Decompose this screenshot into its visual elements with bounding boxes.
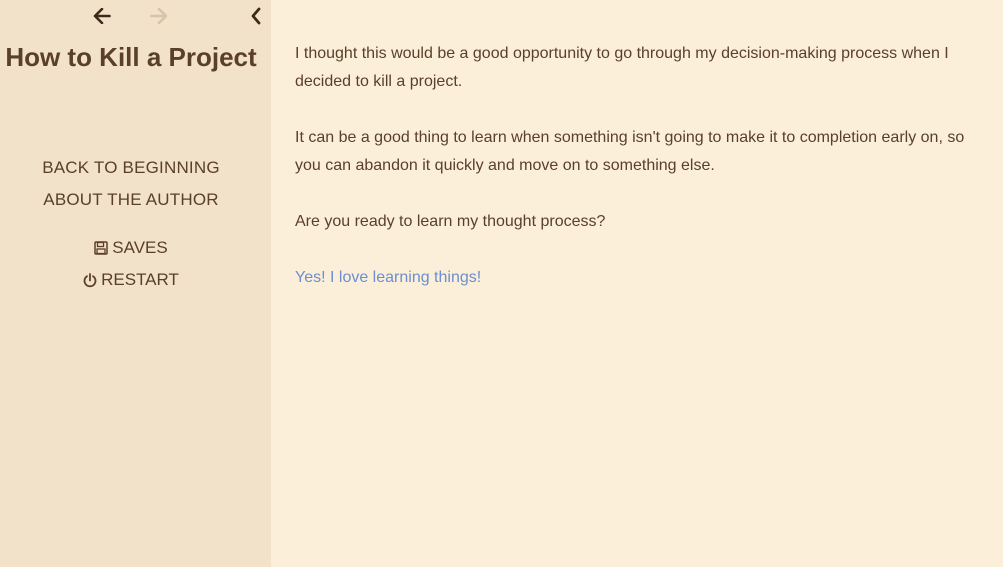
passage-paragraph: Are you ready to learn my thought proces… bbox=[295, 213, 606, 230]
choice-link-yes[interactable]: Yes! I love learning things! bbox=[295, 269, 481, 286]
arrow-right-icon bbox=[150, 8, 168, 24]
arrow-left-icon bbox=[93, 8, 111, 24]
passage-link-container: Yes! I love learning things! bbox=[295, 264, 975, 292]
restart-button[interactable]: RESTART bbox=[0, 264, 262, 296]
history-forward-button[interactable] bbox=[147, 4, 171, 28]
chevron-left-icon bbox=[251, 7, 261, 25]
sidebar-toggle-button[interactable] bbox=[244, 4, 268, 28]
restart-label: RESTART bbox=[101, 270, 179, 289]
passage-paragraph: I thought this would be a good opportuni… bbox=[295, 45, 949, 90]
saves-label: SAVES bbox=[112, 238, 168, 257]
power-icon bbox=[83, 272, 97, 287]
passage: I thought this would be a good opportuni… bbox=[295, 40, 975, 320]
story-app: How to Kill a Project BACK TO BEGINNING … bbox=[0, 0, 1003, 567]
passage-paragraph: It can be a good thing to learn when som… bbox=[295, 129, 965, 174]
ui-sidebar: How to Kill a Project BACK TO BEGINNING … bbox=[0, 0, 271, 567]
floppy-disk-icon bbox=[94, 241, 109, 255]
story-menu: BACK TO BEGINNING ABOUT THE AUTHOR bbox=[0, 152, 262, 216]
history-back-button[interactable] bbox=[90, 4, 114, 28]
story-title: How to Kill a Project bbox=[5, 42, 257, 72]
saves-button[interactable]: SAVES bbox=[0, 232, 262, 264]
utility-menu: SAVES RESTART bbox=[0, 232, 262, 296]
menu-item-about-the-author[interactable]: ABOUT THE AUTHOR bbox=[0, 184, 262, 216]
menu-item-back-to-beginning[interactable]: BACK TO BEGINNING bbox=[0, 152, 262, 184]
